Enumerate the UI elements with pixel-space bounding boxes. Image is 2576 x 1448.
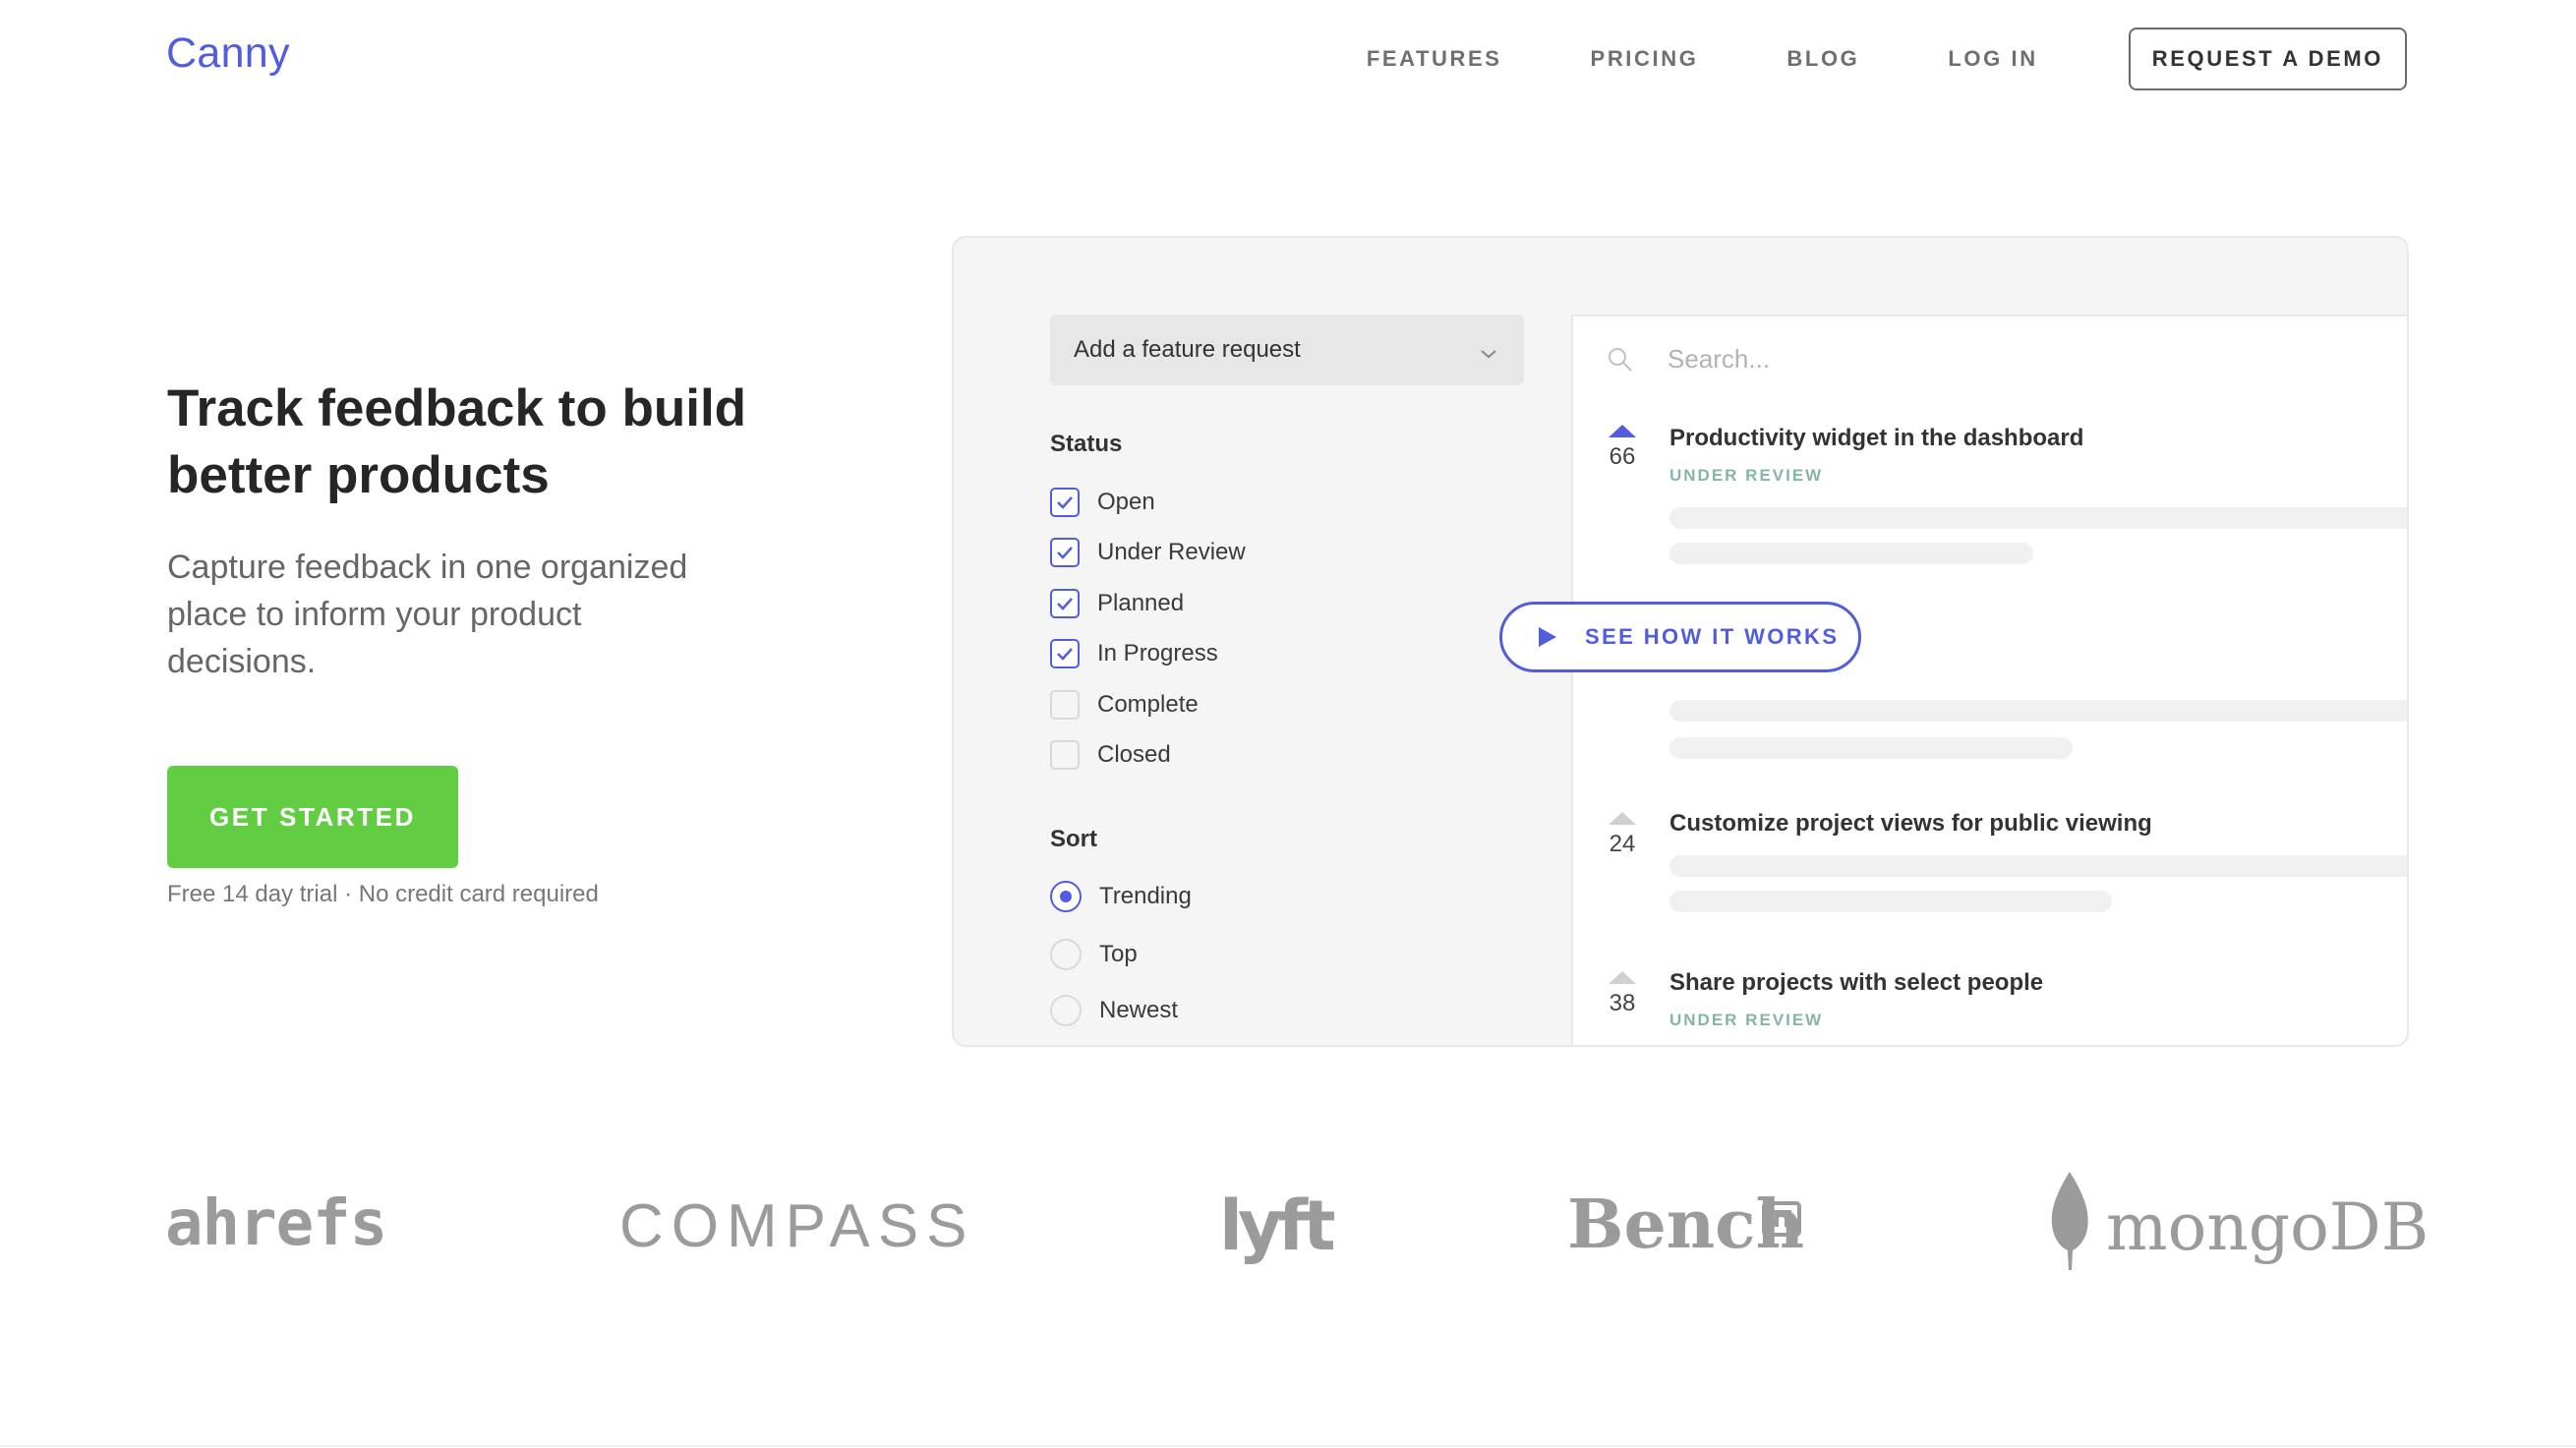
radio-unselected[interactable]	[1050, 939, 1082, 970]
play-icon	[1539, 627, 1556, 647]
status-filter-open[interactable]: Open	[1050, 488, 1155, 517]
hero-subtitle: Capture feedback in one organized place …	[167, 549, 688, 680]
radio-unselected[interactable]	[1050, 995, 1082, 1026]
upvote-arrow-icon	[1609, 425, 1636, 437]
status-label: In Progress	[1097, 640, 1218, 666]
upvote-arrow-icon	[1609, 971, 1636, 984]
nav-link-features[interactable]: FEATURES	[1367, 46, 1502, 72]
status-label: Complete	[1097, 691, 1199, 718]
bench-mark-icon	[1762, 1201, 1801, 1237]
checkbox-checked[interactable]	[1050, 538, 1080, 567]
post-status: UNDER REVIEW	[1669, 466, 1824, 485]
nav-link-pricing[interactable]: PRICING	[1591, 46, 1699, 72]
radio-selected[interactable]	[1050, 881, 1082, 912]
section-divider	[0, 1445, 2576, 1447]
compass-logo: COMPASS	[619, 1192, 975, 1260]
nav-link-login[interactable]: LOG IN	[1948, 46, 2037, 72]
mongodb-logo: mongoDB	[2106, 1189, 2430, 1265]
get-started-button[interactable]: GET STARTED	[167, 766, 458, 868]
feature-request-select[interactable]: Add a feature request	[1050, 315, 1524, 385]
mongodb-leaf-icon	[2051, 1172, 2088, 1270]
status-label: Closed	[1097, 741, 1171, 768]
status-filter-complete[interactable]: Complete	[1050, 690, 1199, 720]
sort-option-trending[interactable]: Trending	[1050, 881, 1192, 912]
upvote-arrow-icon	[1609, 812, 1636, 825]
post-status: UNDER REVIEW	[1669, 1011, 1824, 1029]
search-icon	[1607, 346, 1634, 378]
status-filter-in-progress[interactable]: In Progress	[1050, 639, 1218, 668]
sort-option-newest[interactable]: Newest	[1050, 995, 1178, 1026]
see-how-it-works-label: SEE HOW IT WORKS	[1585, 624, 1840, 649]
sort-label: Top	[1099, 941, 1138, 967]
post-title[interactable]: Productivity widget in the dashboard	[1669, 425, 2083, 452]
skeleton-line	[1669, 891, 2112, 912]
upvote-button[interactable]: 66	[1603, 425, 1642, 471]
vote-count: 24	[1609, 831, 1636, 857]
checkbox-checked[interactable]	[1050, 589, 1080, 618]
skeleton-line	[1669, 507, 2407, 529]
status-filter-planned[interactable]: Planned	[1050, 589, 1184, 618]
sort-option-top[interactable]: Top	[1050, 939, 1138, 970]
feature-request-select-label: Add a feature request	[1074, 336, 1301, 363]
upvote-button[interactable]: 24	[1603, 812, 1642, 858]
skeleton-line	[1669, 855, 2407, 877]
nav-link-blog[interactable]: BLOG	[1786, 46, 1859, 72]
post-title[interactable]: Share projects with select people	[1669, 969, 2043, 997]
status-filter-title: Status	[1050, 431, 1123, 457]
request-demo-button[interactable]: REQUEST A DEMO	[2128, 28, 2407, 90]
search-input[interactable]: Search...	[1668, 344, 1770, 375]
checkbox-checked[interactable]	[1050, 639, 1080, 668]
vote-count: 38	[1609, 990, 1636, 1016]
skeleton-line	[1669, 737, 2073, 759]
checkbox-unchecked[interactable]	[1050, 740, 1080, 770]
chevron-down-icon	[1479, 340, 1498, 368]
skeleton-line	[1669, 700, 2407, 722]
ahrefs-logo: ahrefs	[165, 1187, 387, 1260]
hero-title: Track feedback to build better products	[167, 379, 747, 504]
status-label: Planned	[1097, 590, 1185, 616]
canny-logo[interactable]: Canny	[166, 29, 290, 78]
upvote-button[interactable]: 38	[1603, 971, 1642, 1017]
post-title[interactable]: Customize project views for public viewi…	[1669, 810, 2152, 838]
post-list: Search... 66 Productivity widget in the …	[1571, 315, 2407, 1045]
status-filter-under-review[interactable]: Under Review	[1050, 538, 1246, 567]
sort-title: Sort	[1050, 826, 1097, 852]
sort-label: Newest	[1099, 997, 1179, 1023]
lyft-logo: lyft	[1219, 1186, 1336, 1266]
status-label: Open	[1097, 489, 1155, 515]
trial-note: Free 14 day trial · No credit card requi…	[167, 881, 599, 907]
top-nav: FEATURES PRICING BLOG LOG IN REQUEST A D…	[1367, 28, 2407, 90]
status-label: Under Review	[1097, 539, 1246, 565]
checkbox-unchecked[interactable]	[1050, 690, 1080, 720]
checkbox-checked[interactable]	[1050, 488, 1080, 517]
status-filter-closed[interactable]: Closed	[1050, 740, 1171, 770]
skeleton-line	[1669, 543, 2033, 564]
vote-count: 66	[1609, 443, 1636, 470]
sort-label: Trending	[1099, 883, 1192, 909]
see-how-it-works-button[interactable]: SEE HOW IT WORKS	[1499, 602, 1861, 672]
